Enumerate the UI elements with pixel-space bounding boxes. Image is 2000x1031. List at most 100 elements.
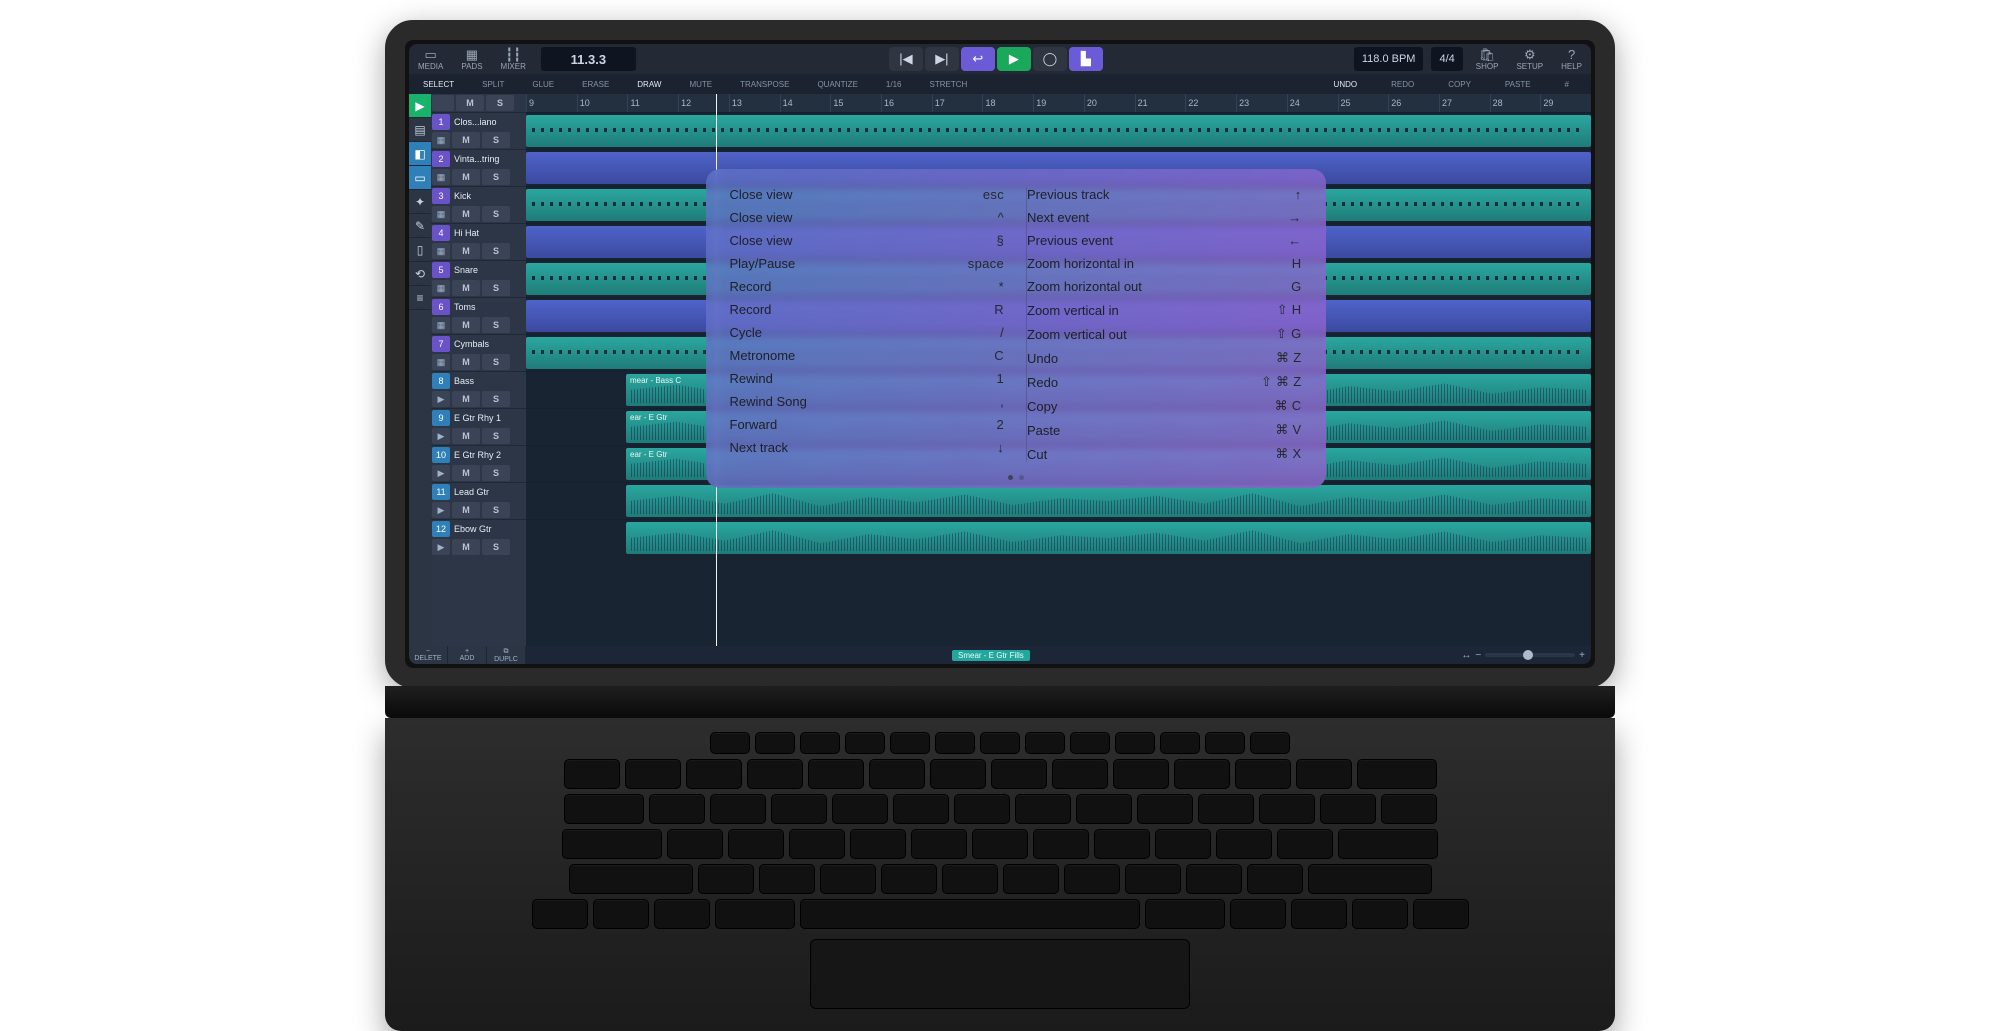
- audio-play-icon[interactable]: ▶: [432, 502, 450, 518]
- solo-button[interactable]: S: [482, 391, 510, 407]
- copy-button[interactable]: COPY: [1434, 80, 1485, 89]
- keyboard-key[interactable]: [1413, 899, 1469, 929]
- strip-btn-1[interactable]: ▤: [409, 118, 431, 142]
- keyboard-key[interactable]: [942, 864, 998, 894]
- tool-glue[interactable]: GLUE: [518, 74, 568, 94]
- keyboard-key[interactable]: [1155, 829, 1211, 859]
- keyboard-key[interactable]: [911, 829, 967, 859]
- track-row[interactable]: 8Bass▶MS: [431, 371, 526, 408]
- keyboard-key[interactable]: [1094, 829, 1150, 859]
- solo-button[interactable]: S: [482, 280, 510, 296]
- arrange-area[interactable]: 9101112131415161718192021222324252627282…: [526, 94, 1591, 646]
- tool-draw[interactable]: DRAW: [623, 74, 675, 94]
- setup-button[interactable]: ⚙SETUP: [1507, 44, 1552, 74]
- ruler-tick[interactable]: 26: [1388, 94, 1439, 112]
- mute-button[interactable]: M: [452, 465, 480, 481]
- strip-btn-5[interactable]: ✎: [409, 214, 431, 238]
- mute-button[interactable]: M: [452, 354, 480, 370]
- page-dots[interactable]: [1008, 475, 1024, 480]
- mute-button[interactable]: M: [452, 169, 480, 185]
- keyboard-key[interactable]: [1277, 829, 1333, 859]
- keyboard-key[interactable]: [1381, 794, 1437, 824]
- midi-icon[interactable]: ▦: [432, 354, 450, 370]
- keyboard-key[interactable]: [1235, 759, 1291, 789]
- ruler-tick[interactable]: 28: [1490, 94, 1541, 112]
- solo-button[interactable]: S: [482, 169, 510, 185]
- solo-button[interactable]: S: [482, 465, 510, 481]
- solo-button[interactable]: S: [482, 502, 510, 518]
- tool-mute[interactable]: MUTE: [675, 74, 726, 94]
- keyboard-key[interactable]: [728, 829, 784, 859]
- keyboard-key[interactable]: [1308, 864, 1432, 894]
- audio-play-icon[interactable]: ▶: [432, 539, 450, 555]
- delete-track-button[interactable]: −DELETE: [409, 646, 448, 664]
- tool-quantize[interactable]: QUANTIZE: [803, 74, 871, 94]
- keyboard-key[interactable]: [649, 794, 705, 824]
- audio-clip[interactable]: [626, 522, 1591, 554]
- cycle-button[interactable]: ↩: [961, 47, 995, 71]
- keyboard-key[interactable]: [1291, 899, 1347, 929]
- track-row[interactable]: 4Hi Hat▦MS: [431, 223, 526, 260]
- keyboard-key[interactable]: [1250, 732, 1290, 754]
- trackpad[interactable]: [810, 939, 1190, 1009]
- keyboard-key[interactable]: [1052, 759, 1108, 789]
- keyboard-key[interactable]: [698, 864, 754, 894]
- shop-button[interactable]: 🛍SHOP: [1467, 44, 1508, 74]
- keyboard-key[interactable]: [686, 759, 742, 789]
- keyboard-key[interactable]: [771, 794, 827, 824]
- mute-button[interactable]: M: [452, 391, 480, 407]
- zoom-out-button[interactable]: −: [1475, 650, 1481, 661]
- keyboard-key[interactable]: [1320, 794, 1376, 824]
- midi-icon[interactable]: ▦: [432, 317, 450, 333]
- keyboard-key[interactable]: [532, 899, 588, 929]
- track-row[interactable]: 9E Gtr Rhy 1▶MS: [431, 408, 526, 445]
- ruler-tick[interactable]: 13: [729, 94, 780, 112]
- midi-icon[interactable]: ▦: [432, 206, 450, 222]
- solo-button[interactable]: S: [482, 539, 510, 555]
- midi-icon[interactable]: ▦: [432, 280, 450, 296]
- play-view-icon[interactable]: ▶: [409, 94, 431, 118]
- record-button[interactable]: ◯: [1033, 47, 1067, 71]
- mute-button[interactable]: M: [452, 132, 480, 148]
- hscroll-icon[interactable]: ↔: [1461, 650, 1471, 661]
- keyboard-key[interactable]: [881, 864, 937, 894]
- tempo-display[interactable]: 118.0 BPM: [1354, 47, 1424, 71]
- strip-btn-2[interactable]: ◧: [409, 142, 431, 166]
- keyboard-key[interactable]: [1205, 732, 1245, 754]
- keyboard-key[interactable]: [593, 899, 649, 929]
- time-signature[interactable]: 4/4: [1431, 47, 1462, 71]
- audio-play-icon[interactable]: ▶: [432, 391, 450, 407]
- ruler-tick[interactable]: 29: [1540, 94, 1591, 112]
- strip-btn-7[interactable]: ⟲: [409, 262, 431, 286]
- audio-play-icon[interactable]: ▶: [432, 428, 450, 444]
- paste-button[interactable]: PASTE: [1491, 80, 1545, 89]
- keyboard-key[interactable]: [755, 732, 795, 754]
- keyboard-key[interactable]: [1296, 759, 1352, 789]
- mute-button[interactable]: M: [452, 243, 480, 259]
- clip-label-fills[interactable]: Smear - E Gtr Fills: [952, 650, 1030, 661]
- add-track-button[interactable]: +ADD: [448, 646, 487, 664]
- play-button[interactable]: ▶: [997, 47, 1031, 71]
- mute-button[interactable]: M: [452, 317, 480, 333]
- keyboard-key[interactable]: [564, 794, 644, 824]
- keyboard-key[interactable]: [1259, 794, 1315, 824]
- redo-button[interactable]: REDO: [1377, 80, 1428, 89]
- ruler-tick[interactable]: 15: [830, 94, 881, 112]
- keyboard-key[interactable]: [980, 732, 1020, 754]
- keyboard-key[interactable]: [1357, 759, 1437, 789]
- lane[interactable]: [526, 112, 1591, 149]
- audio-play-icon[interactable]: ▶: [432, 465, 450, 481]
- keyboard-key[interactable]: [845, 732, 885, 754]
- ruler-tick[interactable]: 19: [1033, 94, 1084, 112]
- ruler-tick[interactable]: 14: [780, 94, 831, 112]
- keyboard-key[interactable]: [1064, 864, 1120, 894]
- keyboard-key[interactable]: [800, 899, 1140, 929]
- undo-button[interactable]: UNDO: [1320, 80, 1372, 89]
- tool-erase[interactable]: ERASE: [568, 74, 623, 94]
- ruler-tick[interactable]: 9: [526, 94, 577, 112]
- strip-btn-6[interactable]: ▯: [409, 238, 431, 262]
- solo-button[interactable]: S: [482, 243, 510, 259]
- keyboard-key[interactable]: [564, 759, 620, 789]
- mixer-button[interactable]: ┇┇MIXER: [492, 44, 535, 74]
- keyboard-key[interactable]: [820, 864, 876, 894]
